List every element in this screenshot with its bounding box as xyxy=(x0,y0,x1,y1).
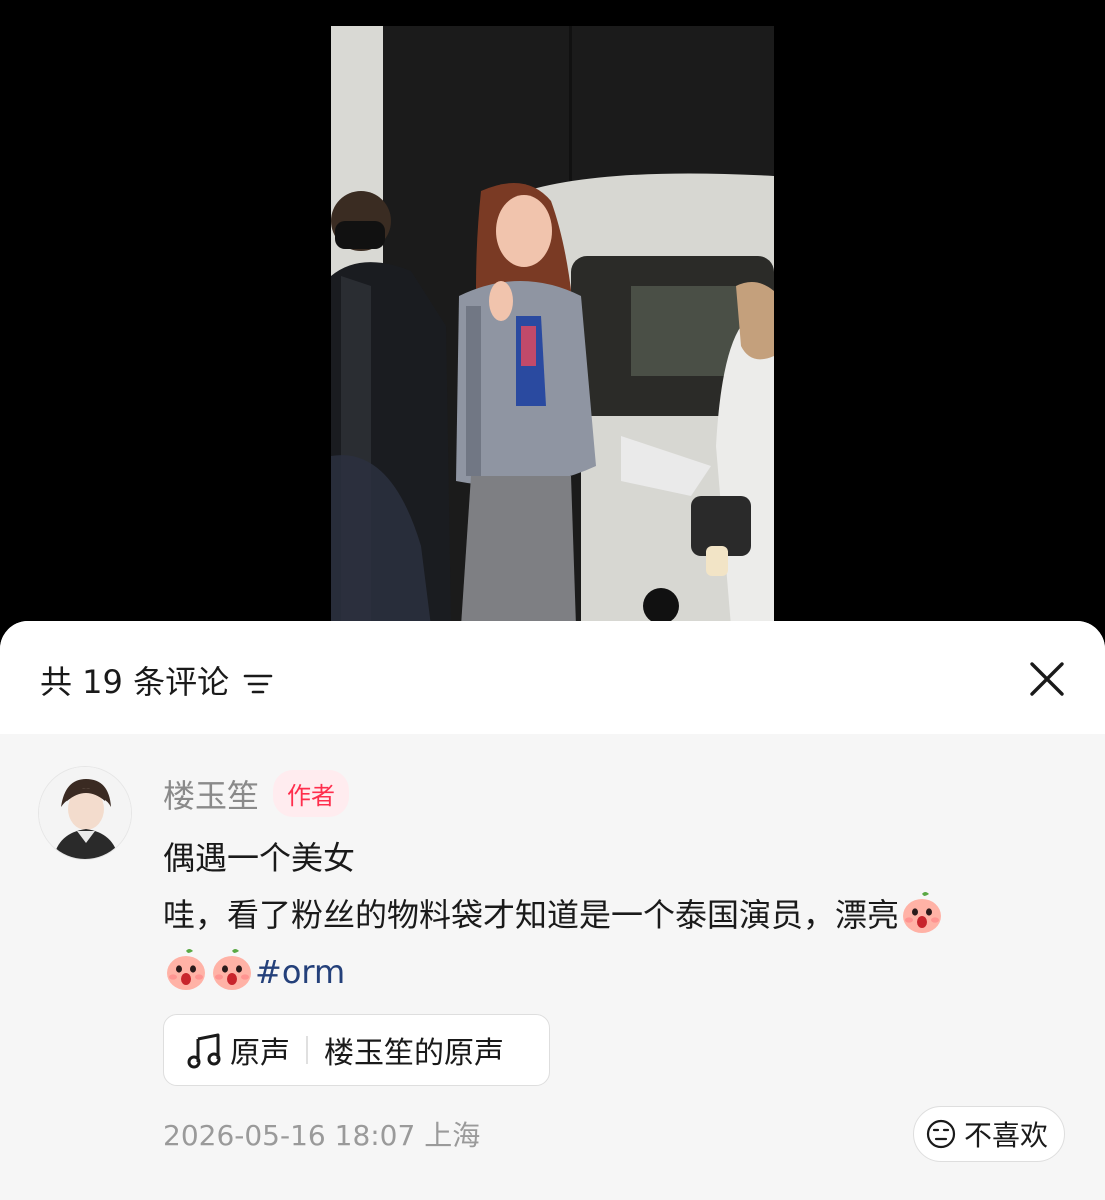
filter-icon[interactable] xyxy=(243,667,273,694)
scream-peach-emoji xyxy=(167,949,205,990)
avatar[interactable] xyxy=(38,766,132,860)
close-button[interactable] xyxy=(1029,661,1065,697)
video-still-image xyxy=(331,26,774,626)
hashtag-link[interactable]: #orm xyxy=(255,953,345,991)
video-area[interactable] xyxy=(0,0,1105,640)
comment-sheet: 共 19 条评论 楼玉笙 作者 偶遇一个美女 哇，看了粉丝的物料袋才知道是一个泰… xyxy=(0,621,1105,1200)
sound-divider xyxy=(306,1036,308,1064)
comment-line-1: 偶遇一个美女 xyxy=(163,839,356,877)
scream-peach-emoji xyxy=(903,892,942,933)
comment-meta: 2026-05-16 18:07 上海 xyxy=(163,1114,480,1154)
author-badge: 作者 xyxy=(273,770,350,817)
username-row: 楼玉笙 作者 xyxy=(163,770,350,817)
original-sound-chip[interactable]: 原声 楼玉笙的原声 xyxy=(163,1014,550,1086)
sound-source: 楼玉笙的原声 xyxy=(324,1036,504,1071)
sound-label: 原声 xyxy=(230,1036,290,1071)
comment-count-title: 共 19 条评论 xyxy=(40,657,273,703)
timestamp: 2026-05-16 18:07 xyxy=(163,1119,416,1152)
music-note-icon xyxy=(187,1033,221,1069)
comment-line-2: 哇，看了粉丝的物料袋才知道是一个泰国演员，漂亮 xyxy=(163,887,1063,944)
comment-line-3: #orm xyxy=(163,944,1063,1001)
comment-line-2-text: 哇，看了粉丝的物料袋才知道是一个泰国演员，漂亮 xyxy=(163,896,900,934)
dislike-button[interactable]: 不喜欢 xyxy=(912,1106,1065,1162)
dislike-face-icon xyxy=(926,1119,956,1149)
username[interactable]: 楼玉笙 xyxy=(163,771,259,817)
dislike-label: 不喜欢 xyxy=(963,1119,1048,1152)
comment-text: 偶遇一个美女 哇，看了粉丝的物料袋才知道是一个泰国演员，漂亮 #orm xyxy=(163,830,1063,1001)
scream-peach-emoji xyxy=(213,949,251,990)
comment-count-label: 共 19 条评论 xyxy=(40,663,230,701)
sheet-header: 共 19 条评论 xyxy=(0,621,1105,734)
comment-item: 楼玉笙 作者 偶遇一个美女 哇，看了粉丝的物料袋才知道是一个泰国演员，漂亮 #o… xyxy=(0,734,1105,1200)
close-icon xyxy=(1030,662,1064,696)
location: 上海 xyxy=(424,1119,481,1152)
video-frame[interactable] xyxy=(331,26,774,626)
